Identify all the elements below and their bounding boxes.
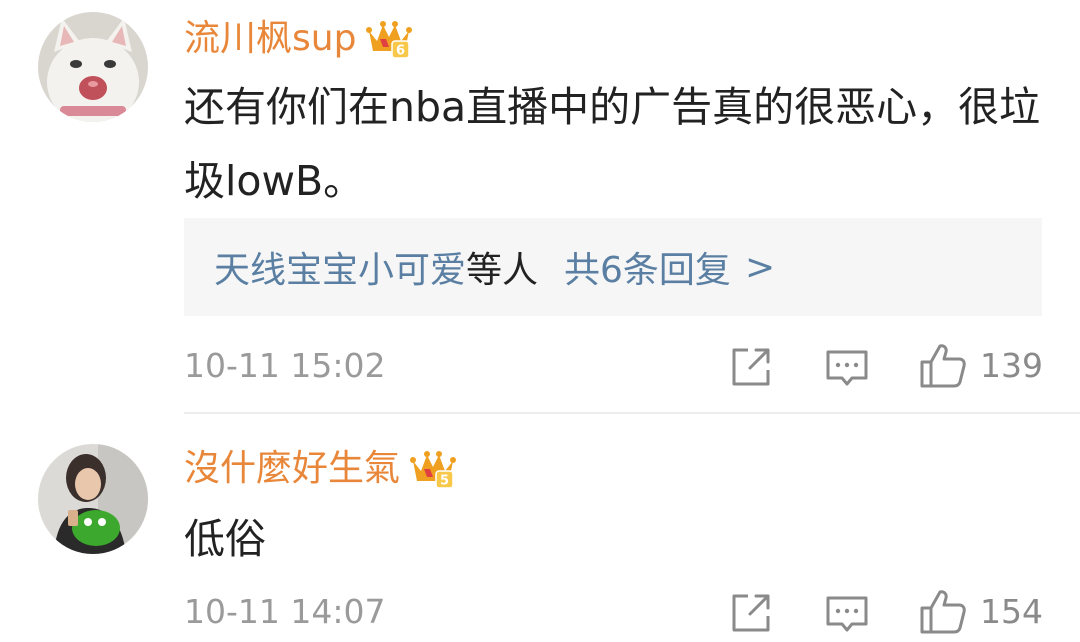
username-row: 沒什麼好生氣 5 (184, 444, 457, 494)
cat-avatar-image (38, 12, 148, 122)
reply-suffix: 等人 (466, 250, 539, 291)
username[interactable]: 流川枫sup (184, 14, 356, 64)
like-count: 139 (980, 346, 1043, 385)
username[interactable]: 沒什麼好生氣 (184, 444, 400, 494)
vip-level-text: 5 (440, 474, 449, 489)
comment-icon[interactable] (824, 590, 870, 636)
comment-meta: 10-11 15:02 139 (184, 336, 1044, 396)
like-count: 154 (980, 592, 1043, 631)
timestamp: 10-11 15:02 (184, 346, 386, 385)
comment-text: 低俗 (184, 515, 266, 563)
comment-item: 沒什麼好生氣 5 低俗 10-11 14:07 154 (0, 414, 1080, 634)
replies-link[interactable]: 天线宝宝小可爱 等人 共6条回复 > (184, 218, 1042, 316)
avatar[interactable] (38, 12, 148, 122)
timestamp: 10-11 14:07 (184, 592, 386, 631)
vip-level-text: 6 (396, 44, 405, 59)
reply-user-names[interactable]: 天线宝宝小可爱 (214, 241, 466, 293)
person-avatar-image (38, 444, 148, 554)
chevron-right-icon: > (744, 246, 776, 288)
comment-text: 还有你们在nba直播中的广告真的很恶心，很垃圾lowB。 (184, 83, 1041, 205)
like-icon[interactable] (918, 340, 968, 390)
reply-count[interactable]: 共6条回复 (564, 241, 731, 293)
vip-crown-icon: 5 (410, 451, 457, 489)
share-icon[interactable] (728, 590, 774, 636)
comment-icon[interactable] (824, 344, 870, 390)
like-icon[interactable] (918, 586, 968, 636)
vip-crown-icon: 6 (366, 21, 413, 59)
comment-meta: 10-11 14:07 154 (184, 582, 1044, 642)
username-row: 流川枫sup 6 (184, 14, 413, 64)
avatar[interactable] (38, 444, 148, 554)
share-icon[interactable] (728, 344, 774, 390)
comment-item: 流川枫sup 6 还有你们在nba直播中的广告真的很恶心，很垃圾lowB。 天线… (0, 0, 1080, 414)
